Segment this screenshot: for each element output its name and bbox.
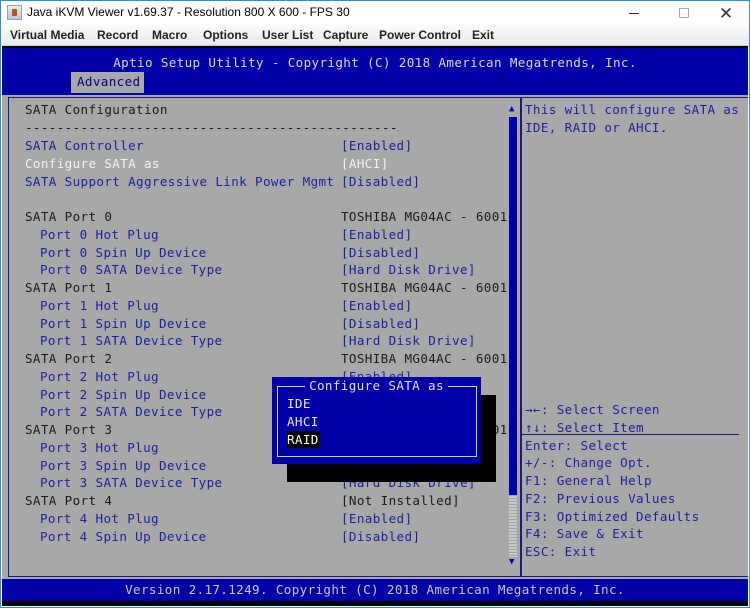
setting-value[interactable]: [Disabled] <box>341 244 420 262</box>
menu-virtual-media[interactable]: Virtual Media <box>10 28 84 42</box>
menu-power-control[interactable]: Power Control <box>379 28 461 42</box>
section-separator: ----------------------------------------… <box>25 120 399 135</box>
key-help-item: F4: Save & Exit <box>525 526 644 541</box>
remote-screen[interactable]: Aptio Setup Utility - Copyright (C) 2018… <box>2 46 748 606</box>
panel-divider <box>520 98 522 576</box>
menu-capture[interactable]: Capture <box>323 28 368 42</box>
close-button[interactable]: ✕ <box>703 1 749 25</box>
menu-bar: Virtual Media Record Macro Options User … <box>1 25 749 46</box>
port-device-info: TOSHIBA MG04AC - 6001. <box>341 209 516 224</box>
port-header-label: SATA Port 0 <box>25 209 113 224</box>
key-help-item: F3: Optimized Defaults <box>525 509 700 524</box>
popup-option-raid[interactable]: RAID <box>287 431 320 448</box>
setting-value[interactable]: [Disabled] <box>341 315 420 333</box>
setting-label[interactable]: SATA Controller <box>25 137 144 155</box>
setting-label[interactable]: Port 2 SATA Device Type <box>40 403 222 421</box>
port-header-label: SATA Port 2 <box>25 351 113 366</box>
setting-label[interactable]: Port 3 Spin Up Device <box>40 457 207 475</box>
menu-user-list[interactable]: User List <box>262 28 313 42</box>
key-help-item: F2: Previous Values <box>525 491 676 506</box>
setting-label[interactable]: Configure SATA as <box>25 155 160 173</box>
tab-advanced[interactable]: Advanced <box>71 72 144 93</box>
setting-value[interactable]: [AHCI] <box>341 155 389 173</box>
setting-label[interactable]: Port 1 SATA Device Type <box>40 332 222 350</box>
port-header-label: SATA Port 1 <box>25 280 113 295</box>
setting-value[interactable]: [Enabled] <box>341 510 412 528</box>
popup-title-text: Configure SATA as <box>305 378 448 393</box>
port-device-info: TOSHIBA MG04AC - 6001. <box>341 280 516 295</box>
configure-sata-popup: Configure SATA as IDE AHCI RAID <box>272 377 481 464</box>
maximize-button[interactable] <box>661 1 707 25</box>
minimize-icon <box>629 12 639 14</box>
java-app-icon <box>7 5 22 20</box>
menu-options[interactable]: Options <box>203 28 248 42</box>
menu-exit[interactable]: Exit <box>472 28 494 42</box>
setting-label[interactable]: Port 1 Spin Up Device <box>40 315 207 333</box>
setting-label[interactable]: Port 3 Hot Plug <box>40 439 159 457</box>
setting-value[interactable]: [Disabled] <box>341 173 420 191</box>
bios-header: Aptio Setup Utility - Copyright (C) 2018… <box>2 48 748 95</box>
minimize-button[interactable] <box>611 1 657 25</box>
setting-value[interactable]: [Hard Disk Drive] <box>341 261 476 279</box>
setting-label[interactable]: Port 0 SATA Device Type <box>40 261 222 279</box>
maximize-icon <box>679 8 689 18</box>
scroll-down-arrow-icon[interactable]: ▼ <box>509 558 517 567</box>
bios-body: SATA Configuration ---------------------… <box>2 95 748 579</box>
setting-label[interactable]: Port 2 Hot Plug <box>40 368 159 386</box>
popup-option-ahci[interactable]: AHCI <box>287 413 319 430</box>
popup-option-ide[interactable]: IDE <box>287 395 311 412</box>
key-help-item: +/-: Change Opt. <box>525 455 652 470</box>
setting-value[interactable]: [Enabled] <box>341 137 412 155</box>
setting-label[interactable]: Port 4 Hot Plug <box>40 510 159 528</box>
title-bar: Java iKVM Viewer v1.69.37 - Resolution 8… <box>1 1 749 25</box>
menu-macro[interactable]: Macro <box>152 28 187 42</box>
port-header-label: SATA Port 4 <box>25 493 113 508</box>
key-help-item: Enter: Select <box>525 438 629 453</box>
key-help-item: F1: General Help <box>525 473 652 488</box>
setting-label[interactable]: SATA Support Aggressive Link Power Mgmt <box>25 173 334 191</box>
close-icon: ✕ <box>718 3 734 23</box>
help-text-line-2: IDE, RAID or AHCI. <box>525 120 668 135</box>
setting-label[interactable]: Port 0 Hot Plug <box>40 226 159 244</box>
setting-label[interactable]: Port 4 Spin Up Device <box>40 528 207 546</box>
key-help-item: ↑↓: Select Item <box>525 420 644 435</box>
port-device-info: TOSHIBA MG04AC - 6001. <box>341 351 516 366</box>
port-header-label: SATA Port 3 <box>25 422 113 437</box>
section-title: SATA Configuration <box>25 102 168 117</box>
setting-value[interactable]: [Enabled] <box>341 297 412 315</box>
setting-value[interactable]: [Hard Disk Drive] <box>341 332 476 350</box>
bios-title: Aptio Setup Utility - Copyright (C) 2018… <box>113 55 637 70</box>
help-text-line-1: This will configure SATA as <box>525 102 740 117</box>
menu-record[interactable]: Record <box>97 28 138 42</box>
setting-label[interactable]: Port 1 Hot Plug <box>40 297 159 315</box>
setting-value[interactable]: [Enabled] <box>341 226 412 244</box>
port-device-info: [Not Installed] <box>341 493 460 508</box>
key-help-item: ESC: Exit <box>525 544 597 559</box>
setting-label[interactable]: Port 3 SATA Device Type <box>40 474 222 492</box>
key-help-item: →←: Select Screen <box>525 402 660 417</box>
footer-text: Version 2.17.1249. Copyright (C) 2018 Am… <box>125 582 625 597</box>
bios-footer: Version 2.17.1249. Copyright (C) 2018 Am… <box>2 579 748 601</box>
popup-title: Configure SATA as <box>272 377 481 395</box>
setting-label[interactable]: Port 0 Spin Up Device <box>40 244 207 262</box>
scroll-up-arrow-icon[interactable]: ▲ <box>509 105 517 114</box>
kvm-viewer-window: Java iKVM Viewer v1.69.37 - Resolution 8… <box>0 0 750 608</box>
setting-label[interactable]: Port 2 Spin Up Device <box>40 386 207 404</box>
setting-value[interactable]: [Disabled] <box>341 528 420 546</box>
window-title: Java iKVM Viewer v1.69.37 - Resolution 8… <box>27 5 350 19</box>
scrollbar-thumb[interactable] <box>509 117 517 495</box>
